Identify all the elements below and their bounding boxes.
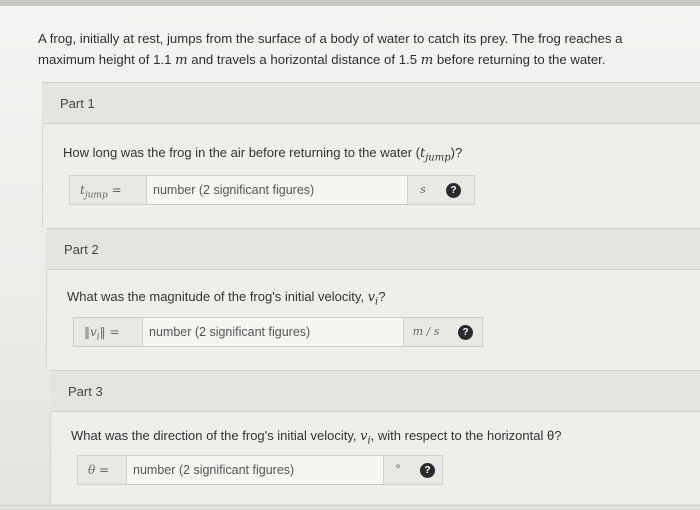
part-2-question: What was the magnitude of the frog's ini… [67, 289, 386, 308]
t-jump-unit: s [420, 183, 426, 196]
part-3-label: Part 3 [68, 384, 103, 399]
theta-unit: ° [395, 463, 401, 476]
part-3-header: Part 3 [50, 370, 700, 412]
t-jump-input[interactable]: number (2 significant figures) [146, 176, 408, 204]
part-1-answer-row: tjump = number (2 significant figures) s… [69, 175, 475, 205]
problem-line-1: A frog, initially at rest, jumps from th… [38, 31, 623, 46]
page-background: A frog, initially at rest, jumps from th… [0, 0, 700, 510]
question-circle-icon[interactable]: ? [420, 463, 435, 478]
bottom-divider [0, 505, 700, 506]
question-circle-icon[interactable]: ? [446, 183, 461, 198]
theta-input[interactable]: number (2 significant figures) [126, 456, 384, 484]
part-2-label: Part 2 [64, 242, 99, 257]
part-3-answer-row: θ = number (2 significant figures) ° ? [77, 455, 443, 485]
part-1-header: Part 1 [42, 82, 700, 124]
v-i-magnitude-input[interactable]: number (2 significant figures) [142, 318, 404, 346]
part-1-body: How long was the frog in the air before … [42, 124, 700, 228]
part-2-header: Part 2 [46, 228, 700, 270]
problem-line-2: maximum height of 1.1 m and travels a ho… [38, 52, 606, 68]
part-2-answer-row: ‖vi‖ = number (2 significant figures) m … [73, 317, 483, 347]
question-circle-icon[interactable]: ? [458, 325, 473, 340]
part-3-question: What was the direction of the frog's ini… [71, 428, 562, 447]
part-1-label: Part 1 [60, 96, 95, 111]
t-jump-label: tjump = [80, 183, 122, 201]
top-bar [0, 0, 700, 6]
part-3-body: What was the direction of the frog's ini… [50, 412, 700, 504]
part-1-question: How long was the frog in the air before … [63, 145, 463, 164]
v-i-unit: m / s [412, 325, 440, 338]
part-2-body: What was the magnitude of the frog's ini… [46, 270, 700, 370]
problem-statement: A frog, initially at rest, jumps from th… [38, 28, 678, 71]
